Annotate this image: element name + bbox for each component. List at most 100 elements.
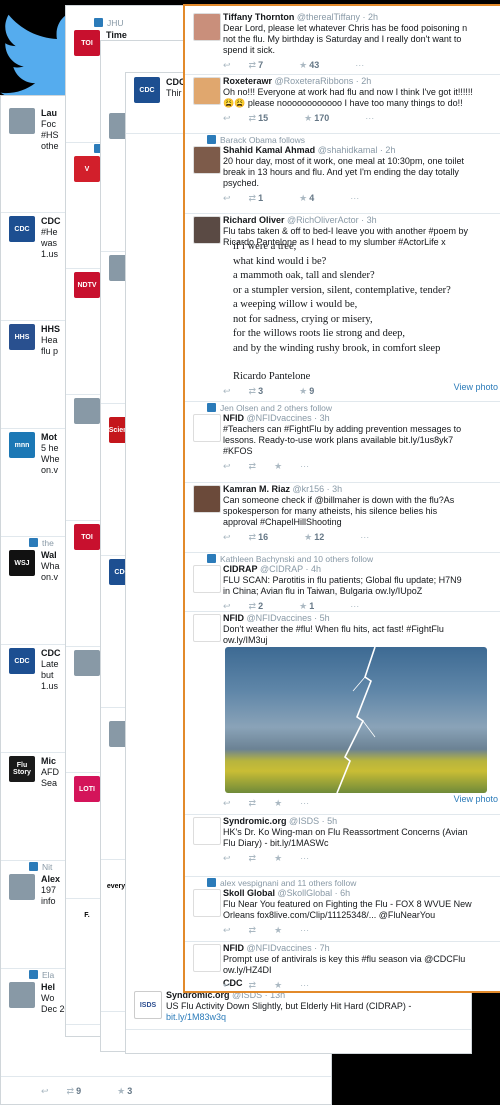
more-icon[interactable]: ··· <box>300 461 309 471</box>
avatar[interactable] <box>9 874 35 900</box>
view-photo-link[interactable]: View photo <box>454 794 498 804</box>
retweet-button[interactable]: ⇄ <box>249 853 257 863</box>
author-name[interactable]: Kamran M. Riaz <box>223 484 290 494</box>
avatar[interactable]: HHS <box>9 324 35 350</box>
retweet-button[interactable]: ⇄ 2 <box>249 601 282 611</box>
avatar[interactable]: TOI <box>74 30 100 56</box>
reply-icon[interactable]: ↩ <box>223 853 231 863</box>
more-icon[interactable]: ··· <box>360 532 369 542</box>
retweet-button[interactable]: ⇄ <box>249 798 257 808</box>
like-button[interactable]: ★ <box>274 980 282 990</box>
avatar[interactable]: F. <box>74 902 100 928</box>
author-name[interactable]: Tiffany Thornton <box>223 12 294 22</box>
retweet-button[interactable]: ⇄ <box>249 461 257 471</box>
tweet-row[interactable]: Kamran M. Riaz @kr156 · 3h Can someone ch… <box>185 482 500 553</box>
like-button[interactable]: ★ 170 <box>304 113 347 123</box>
reply-icon[interactable]: ↩ <box>223 461 231 471</box>
avatar[interactable] <box>193 13 221 41</box>
author-name[interactable]: NFID <box>223 413 244 423</box>
avatar[interactable]: CDC <box>9 648 35 674</box>
avatar[interactable] <box>193 817 221 845</box>
more-icon[interactable]: ··· <box>350 193 359 203</box>
avatar[interactable] <box>193 889 221 917</box>
more-icon[interactable]: ··· <box>300 853 309 863</box>
view-photo-link[interactable]: View photo <box>454 382 498 392</box>
avatar[interactable]: TOI <box>74 524 100 550</box>
reply-icon[interactable]: ↩ <box>223 601 231 611</box>
more-icon[interactable]: ··· <box>355 60 364 70</box>
avatar[interactable]: NDTV <box>74 272 100 298</box>
like-button[interactable]: ★ 12 <box>304 532 342 542</box>
avatar[interactable] <box>193 944 221 972</box>
reply-icon[interactable]: ↩ <box>223 798 231 808</box>
like-button[interactable]: ★ 1 <box>299 601 332 611</box>
like-button[interactable]: ★ <box>274 798 282 808</box>
tweet-row[interactable]: Barack Obama follows Shahid Kamal Ahmad @… <box>185 133 500 214</box>
more-icon[interactable]: ··· <box>365 113 374 123</box>
avatar[interactable] <box>9 108 35 134</box>
avatar[interactable]: WSJ <box>9 550 35 576</box>
like-button[interactable]: ★ 43 <box>299 60 337 70</box>
tweet-link[interactable]: bit.ly/1M83w3q <box>166 1012 467 1023</box>
tweet-row[interactable]: NFID @NFIDvaccines · 7h Prompt use of ant… <box>185 941 500 991</box>
reply-icon[interactable]: ↩ <box>41 1086 49 1096</box>
reply-icon[interactable]: ↩ <box>223 925 231 935</box>
reply-icon[interactable]: ↩ <box>223 532 231 542</box>
more-icon[interactable]: ··· <box>300 925 309 935</box>
avatar[interactable] <box>74 650 100 676</box>
retweet-button[interactable]: ⇄ <box>249 925 257 935</box>
avatar[interactable] <box>9 982 35 1008</box>
author-name[interactable]: Skoll Global <box>223 888 275 898</box>
more-icon[interactable]: ··· <box>350 601 359 611</box>
tweet-row[interactable]: Syndromic.org @ISDS · 5h HK's Dr. Ko Wing… <box>185 814 500 877</box>
avatar[interactable]: CDC <box>134 77 160 103</box>
avatar[interactable] <box>193 485 221 513</box>
avatar[interactable] <box>193 614 221 642</box>
avatar[interactable] <box>193 565 221 593</box>
more-icon[interactable]: ··· <box>300 980 309 990</box>
tweet-row[interactable]: Kathleen Bachynski and 10 others follow C… <box>185 552 500 612</box>
avatar[interactable]: LOTI <box>74 776 100 802</box>
avatar[interactable]: V <box>74 156 100 182</box>
avatar[interactable] <box>193 414 221 442</box>
like-button[interactable]: ★ 3 <box>117 1086 150 1096</box>
retweet-button[interactable]: ⇄ 16 <box>249 532 287 542</box>
tweet-row[interactable]: Jen Olsen and 2 others follow NFID @NFIDv… <box>185 401 500 483</box>
reply-icon[interactable]: ↩ <box>223 980 231 990</box>
reply-icon[interactable]: ↩ <box>223 60 231 70</box>
like-button[interactable]: ★ <box>274 461 282 471</box>
reply-icon[interactable]: ↩ <box>223 113 231 123</box>
author-name[interactable]: Richard Oliver <box>223 215 285 225</box>
author-name[interactable]: Roxeterawr <box>223 76 272 86</box>
tweet-row[interactable]: Tiffany Thornton @therealTiffany · 2h Dea… <box>185 10 500 75</box>
avatar[interactable]: mnn <box>9 432 35 458</box>
tweet-row[interactable]: Roxeterawr @RoxeteraRibbons · 2h Oh no!!!… <box>185 74 500 134</box>
retweet-button[interactable]: ⇄ 3 <box>249 386 282 396</box>
avatar[interactable] <box>193 216 221 244</box>
avatar[interactable]: Flu Story <box>9 756 35 782</box>
avatar[interactable] <box>193 146 221 174</box>
like-button[interactable]: ★ 4 <box>299 193 332 203</box>
tweet-row[interactable]: alex vespignani and 11 others follow Skol… <box>185 876 500 942</box>
author-name[interactable]: CIDRAP <box>223 564 258 574</box>
avatar[interactable] <box>74 398 100 424</box>
retweet-button[interactable]: ⇄ 15 <box>249 113 287 123</box>
author-name[interactable]: Syndromic.org <box>223 816 287 826</box>
author-name[interactable]: Shahid Kamal Ahmad <box>223 145 315 155</box>
avatar[interactable] <box>193 77 221 105</box>
like-button[interactable]: ★ <box>274 853 282 863</box>
reply-icon[interactable]: ↩ <box>223 193 231 203</box>
more-icon[interactable]: ··· <box>300 798 309 808</box>
retweet-button[interactable]: ⇄ 9 <box>67 1086 100 1096</box>
reply-icon[interactable]: ↩ <box>223 386 231 396</box>
like-button[interactable]: ★ <box>274 925 282 935</box>
retweet-button[interactable]: ⇄ 1 <box>249 193 282 203</box>
avatar[interactable]: CDC <box>9 216 35 242</box>
storm-photo[interactable] <box>225 647 487 793</box>
retweet-button[interactable]: ⇄ <box>249 980 257 990</box>
like-button[interactable]: ★ 9 <box>299 386 332 396</box>
author-name[interactable]: NFID <box>223 613 244 623</box>
retweet-button[interactable]: ⇄ 7 <box>249 60 282 70</box>
author-name[interactable]: NFID <box>223 943 244 953</box>
avatar[interactable]: ISDS <box>134 991 162 1019</box>
